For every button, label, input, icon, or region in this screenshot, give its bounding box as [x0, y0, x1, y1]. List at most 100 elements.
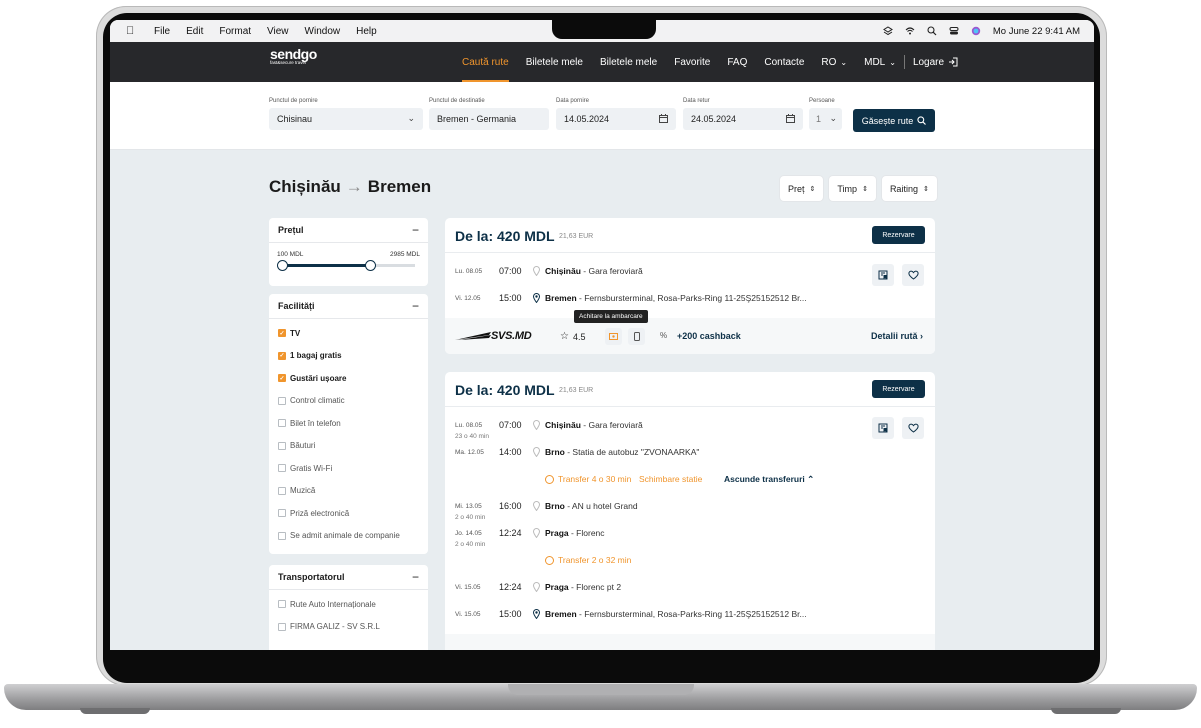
- menu-format[interactable]: Format: [219, 26, 251, 37]
- card-divider: [445, 406, 935, 407]
- menu-file[interactable]: File: [154, 26, 170, 37]
- sort-rating-button[interactable]: Raiting ⇕: [881, 176, 937, 201]
- checkbox-facilities[interactable]: Gratis Wi-Fi: [269, 457, 428, 480]
- nav-faq[interactable]: FAQ: [727, 42, 747, 82]
- date-field-group: Data pornire 14.05.2024: [556, 98, 676, 130]
- checkbox-facilities[interactable]: Control climatic: [269, 390, 428, 413]
- checkbox-empty-icon: [278, 622, 286, 631]
- language-select[interactable]: RO ⌄: [821, 42, 847, 82]
- checkbox-label: Gustări ușoare: [290, 373, 347, 383]
- carrier-rating: ☆ 4.5: [560, 331, 585, 342]
- price-filter-panel: Prețul − 100 MDL 2985 MDL: [269, 218, 428, 286]
- menu-edit[interactable]: Edit: [186, 26, 203, 37]
- checkbox-facilities[interactable]: Muzică: [269, 480, 428, 503]
- from-value: Chisinau: [277, 114, 313, 124]
- logo-main: sendgo: [270, 46, 317, 62]
- find-routes-button[interactable]: Găsește rute: [853, 109, 935, 132]
- favorite-button[interactable]: [902, 264, 924, 286]
- wifi-icon[interactable]: [905, 26, 915, 36]
- persons-field-group: Persoane 1 ⌄: [809, 98, 842, 130]
- add-to-list-button[interactable]: [872, 264, 894, 286]
- page-title: Chișinău → Bremen: [269, 177, 431, 197]
- checkbox-facilities[interactable]: Priză electronică: [269, 502, 428, 525]
- add-to-list-button[interactable]: [872, 417, 894, 439]
- sort-time-button[interactable]: Timp ⇕: [829, 176, 876, 201]
- dropbox-icon[interactable]: [882, 26, 893, 36]
- price-slider[interactable]: [277, 260, 415, 271]
- carrier-logo-swoosh-icon: [455, 332, 491, 341]
- hide-transfers-label: Ascunde transferuri: [724, 474, 805, 484]
- from-select[interactable]: Chisinau ⌄: [269, 108, 423, 130]
- location-pin-icon: [533, 528, 540, 538]
- reserve-button[interactable]: Rezervare: [872, 380, 925, 398]
- stop-place: Praga - Florenc pt 2: [545, 582, 621, 592]
- price-slider-min-handle[interactable]: [277, 260, 288, 271]
- checkbox-carrier[interactable]: Rute Auto Internaționale: [269, 593, 428, 616]
- laptop-mockup:  File Edit Format View Window Help Mo J…: [0, 0, 1201, 728]
- stop-city: Chișinău: [545, 420, 581, 430]
- menu-help[interactable]: Help: [356, 26, 377, 37]
- persons-select[interactable]: 1 ⌄: [809, 108, 842, 130]
- checkbox-carrier[interactable]: FIRMA GALIZ - SV S.R.L: [269, 616, 428, 639]
- laptop-foot-right: [1051, 708, 1121, 714]
- menu-view[interactable]: View: [267, 26, 289, 37]
- return-date-input[interactable]: 24.05.2024: [683, 108, 803, 130]
- checkbox-label: Băuturi: [290, 441, 316, 451]
- price-filter-header[interactable]: Prețul −: [269, 218, 428, 243]
- checkbox-empty-icon: [278, 486, 286, 495]
- checkbox-empty-icon: [278, 531, 286, 540]
- apple-icon[interactable]: : [126, 25, 140, 37]
- collapse-icon[interactable]: −: [412, 223, 419, 237]
- nav-contacts[interactable]: Contacte: [764, 42, 804, 82]
- stop-time: 07:00: [499, 266, 522, 276]
- nav-favorites[interactable]: Favorite: [674, 42, 710, 82]
- stop-time: 15:00: [499, 609, 522, 619]
- nav-search-routes[interactable]: Caută rute: [462, 42, 509, 82]
- menu-window[interactable]: Window: [305, 26, 341, 37]
- checkbox-empty-icon: [278, 509, 286, 518]
- stop-day: Lu. 08.05: [455, 422, 483, 429]
- checkbox-facilities[interactable]: Băuturi: [269, 435, 428, 458]
- nav-my-tickets[interactable]: Biletele mele: [526, 42, 583, 82]
- nav-divider: [903, 55, 905, 69]
- sendgo-logo[interactable]: sendgo fast&secure travel: [270, 46, 324, 76]
- stop-duration: 2 o 40 min: [455, 514, 486, 521]
- date-input[interactable]: 14.05.2024: [556, 108, 676, 130]
- reserve-button[interactable]: Rezervare: [872, 226, 925, 244]
- details-label: Detalii rută: [870, 331, 918, 341]
- checkbox-facilities[interactable]: Bilet în telefon: [269, 412, 428, 435]
- checkbox-facilities[interactable]: ✓ Gustări ușoare: [269, 367, 428, 390]
- hide-transfers-link[interactable]: Ascunde transferuri ⌃: [724, 474, 814, 485]
- facilities-filter-header[interactable]: Facilități −: [269, 294, 428, 319]
- sort-arrows-icon: ⇕: [862, 185, 868, 193]
- checkbox-facilities[interactable]: ✓ 1 bagaj gratis: [269, 345, 428, 368]
- currency-value: MDL: [864, 56, 886, 68]
- price-slider-max-handle[interactable]: [365, 260, 376, 271]
- price-slider-fill: [282, 264, 370, 267]
- location-pin-icon: [533, 447, 540, 457]
- stop-day: Lu. 08.05: [455, 268, 483, 275]
- control-center-icon[interactable]: [949, 26, 959, 36]
- checkbox-empty-icon: [278, 419, 286, 428]
- sort-price-button[interactable]: Preț ⇕: [780, 176, 824, 201]
- checkbox-empty-icon: [278, 441, 286, 450]
- pay-on-boarding-icon[interactable]: [605, 328, 622, 345]
- search-icon[interactable]: [927, 26, 937, 36]
- carrier-filter-header[interactable]: Transportatorul −: [269, 565, 428, 590]
- favorite-button[interactable]: [902, 417, 924, 439]
- mobile-ticket-icon[interactable]: [628, 328, 645, 345]
- route-details-link[interactable]: Detalii rută ›: [871, 331, 923, 341]
- collapse-icon[interactable]: −: [412, 299, 419, 313]
- checkbox-facilities[interactable]: ✓ TV: [269, 322, 428, 345]
- collapse-icon[interactable]: −: [412, 570, 419, 584]
- to-field-group: Punctul de destinatie Bremen - Germania: [429, 98, 549, 130]
- currency-select[interactable]: MDL ⌄: [864, 42, 896, 82]
- calendar-icon: [786, 114, 795, 123]
- price-range-labels: 100 MDL 2985 MDL: [269, 243, 428, 258]
- login-link[interactable]: Logare: [913, 42, 958, 82]
- siri-icon[interactable]: [971, 26, 981, 36]
- nav-my-tickets-2[interactable]: Biletele mele: [600, 42, 657, 82]
- to-input[interactable]: Bremen - Germania: [429, 108, 549, 130]
- bookmark-list-icon: [878, 270, 888, 280]
- checkbox-facilities[interactable]: Se admit animale de companie: [269, 525, 428, 548]
